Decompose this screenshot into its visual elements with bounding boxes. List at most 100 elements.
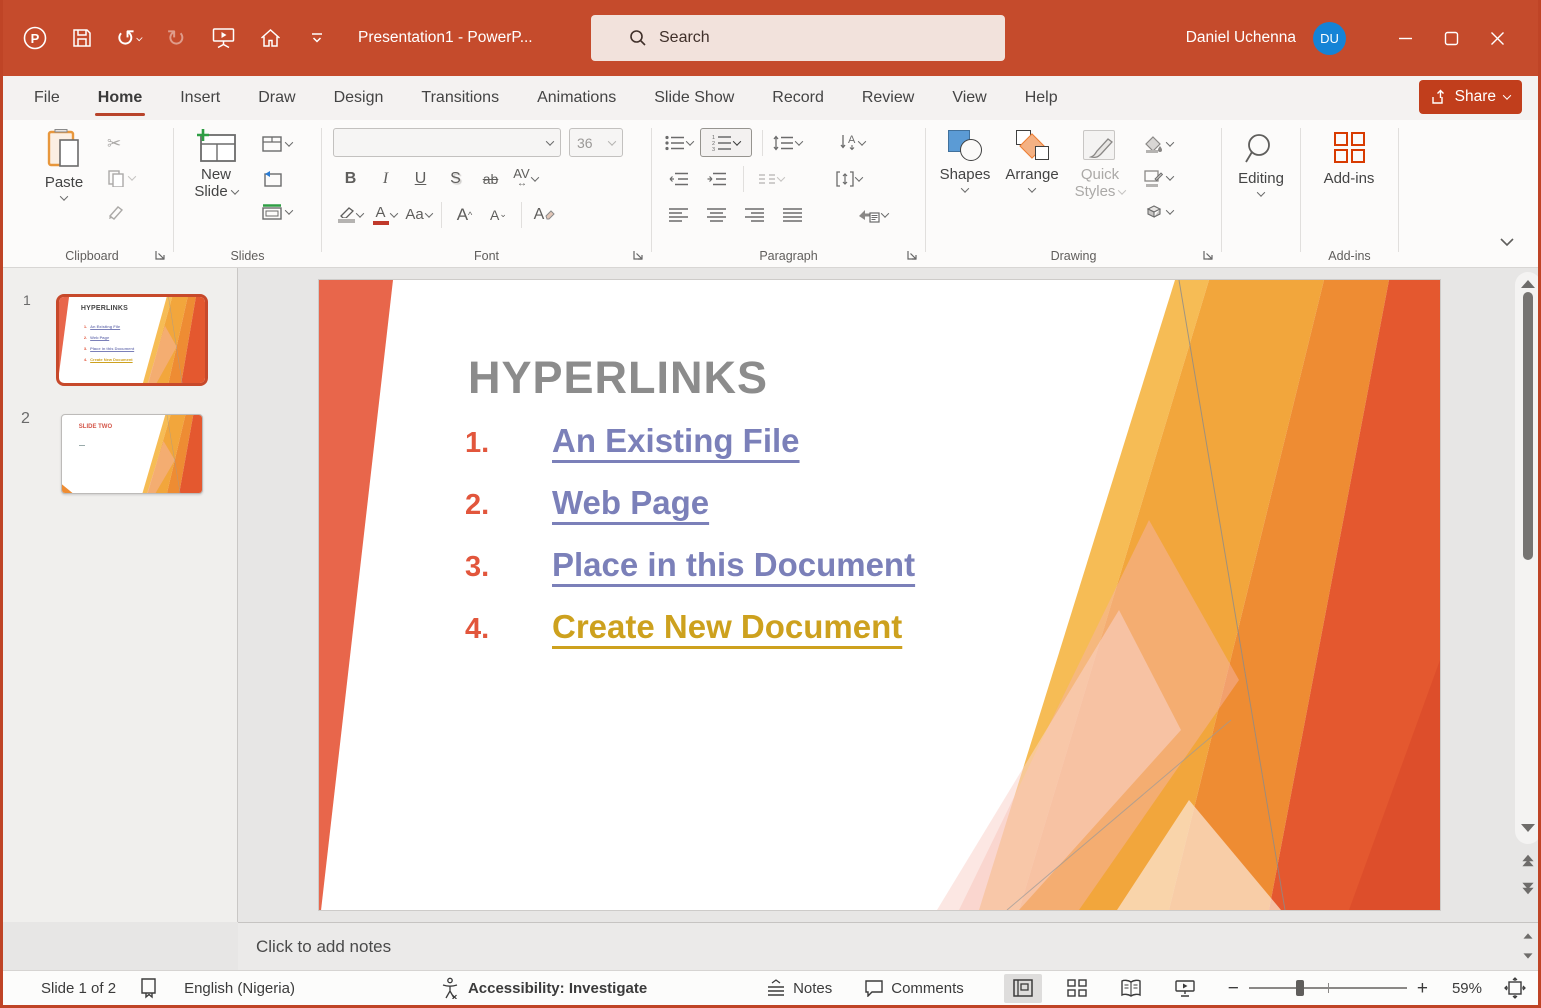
slide-layout-button[interactable]	[262, 132, 292, 156]
bold-button[interactable]: B	[336, 164, 365, 193]
italic-button[interactable]: I	[371, 164, 400, 193]
tab-view[interactable]: View	[933, 76, 1005, 120]
increase-indent-button[interactable]	[702, 164, 731, 193]
grow-font-button[interactable]: A^	[450, 200, 479, 229]
next-slide-button[interactable]	[1521, 882, 1535, 895]
normal-view-button[interactable]	[1004, 974, 1042, 1003]
slideshow-view-button[interactable]	[1166, 974, 1204, 1003]
new-slide-button[interactable]: New Slide	[184, 128, 248, 200]
scroll-down-arrow-icon[interactable]	[1521, 824, 1535, 832]
undo-icon[interactable]: ↺	[116, 25, 142, 51]
fit-slide-to-window-button[interactable]	[1504, 977, 1526, 999]
section-button[interactable]	[262, 200, 292, 224]
format-painter-button[interactable]	[107, 200, 135, 224]
strikethrough-button[interactable]: ab	[476, 164, 505, 193]
slide-sorter-view-button[interactable]	[1058, 974, 1096, 1003]
tab-record[interactable]: Record	[753, 76, 843, 120]
paragraph-dialog-launcher-icon[interactable]	[906, 249, 918, 261]
font-dialog-launcher-icon[interactable]	[632, 249, 644, 261]
text-highlight-button[interactable]	[336, 200, 365, 229]
editing-button[interactable]: Editing	[1230, 132, 1292, 197]
notes-placeholder[interactable]: Click to add notes	[256, 937, 391, 957]
tab-design[interactable]: Design	[315, 76, 403, 120]
list-item-1[interactable]: 1. An Existing File	[465, 422, 800, 472]
hyperlink-place-in-document[interactable]: Place in this Document	[552, 546, 915, 584]
change-case-button[interactable]: Aa	[404, 200, 433, 229]
shape-fill-button[interactable]	[1144, 132, 1173, 156]
hyperlink-web-page[interactable]: Web Page	[552, 484, 709, 522]
decrease-indent-button[interactable]	[664, 164, 693, 193]
share-button[interactable]: Share	[1419, 80, 1522, 114]
quick-styles-button[interactable]: Quick Styles	[1068, 130, 1132, 200]
numbering-button-selected[interactable]: 123	[700, 128, 752, 157]
convert-to-smartart-button[interactable]	[858, 200, 888, 229]
notes-toggle-button[interactable]: Notes	[766, 979, 832, 997]
align-right-button[interactable]	[740, 200, 769, 229]
align-center-button[interactable]	[702, 200, 731, 229]
align-left-button[interactable]	[664, 200, 693, 229]
font-name-combobox[interactable]	[333, 128, 561, 157]
clipboard-dialog-launcher-icon[interactable]	[154, 249, 166, 261]
close-button[interactable]	[1474, 0, 1520, 76]
copy-button[interactable]	[107, 166, 135, 190]
justify-button[interactable]	[778, 200, 807, 229]
tab-draw[interactable]: Draw	[239, 76, 314, 120]
zoom-slider[interactable]	[1249, 987, 1407, 989]
slide-thumbnail-2[interactable]: SLIDE TWO	[61, 414, 203, 494]
redo-icon[interactable]: ↻	[163, 25, 189, 51]
notes-scroll-up-icon[interactable]	[1521, 932, 1535, 940]
zoom-percentage[interactable]: 59%	[1444, 980, 1482, 997]
slideshow-from-start-icon[interactable]	[210, 25, 236, 51]
slide-title[interactable]: HYPERLINKS	[468, 352, 768, 404]
list-item-3[interactable]: 3. Place in this Document	[465, 546, 915, 596]
scroll-up-arrow-icon[interactable]	[1521, 280, 1535, 288]
list-item-2[interactable]: 2. Web Page	[465, 484, 709, 534]
columns-button[interactable]	[756, 164, 785, 193]
list-item-4[interactable]: 4. Create New Document	[465, 608, 902, 658]
search-box[interactable]	[591, 15, 1005, 61]
save-icon[interactable]	[69, 25, 95, 51]
slide-thumbnail-1[interactable]: HYPERLINKS 1.An Existing File 2.Web Page…	[56, 294, 208, 386]
shapes-button[interactable]: Shapes	[934, 130, 996, 193]
tab-home[interactable]: Home	[79, 76, 161, 120]
spell-check-icon[interactable]	[140, 977, 160, 999]
comments-button[interactable]: Comments	[864, 979, 964, 997]
search-input[interactable]	[659, 29, 959, 47]
language-indicator[interactable]: English (Nigeria)	[184, 980, 295, 997]
tab-animations[interactable]: Animations	[518, 76, 635, 120]
tab-file[interactable]: File	[15, 76, 79, 120]
zoom-slider-thumb[interactable]	[1296, 980, 1304, 996]
reading-view-button[interactable]	[1112, 974, 1150, 1003]
zoom-out-button[interactable]: −	[1228, 979, 1239, 998]
text-direction-button[interactable]: A	[837, 128, 866, 157]
tab-transitions[interactable]: Transitions	[402, 76, 518, 120]
font-size-combobox[interactable]: 36	[569, 128, 623, 157]
powerpoint-logo-icon[interactable]: P	[22, 25, 48, 51]
shape-effects-button[interactable]	[1144, 200, 1173, 224]
tab-help[interactable]: Help	[1006, 76, 1077, 120]
font-color-button[interactable]: A	[370, 200, 399, 229]
hyperlink-create-new-document[interactable]: Create New Document	[552, 608, 902, 646]
slide-canvas[interactable]: HYPERLINKS 1. An Existing File 2. Web Pa…	[319, 280, 1440, 910]
zoom-in-button[interactable]: +	[1417, 979, 1428, 998]
maximize-button[interactable]	[1428, 0, 1474, 76]
scrollbar-thumb[interactable]	[1523, 292, 1533, 560]
shape-outline-button[interactable]	[1144, 166, 1173, 190]
line-spacing-button[interactable]	[773, 128, 802, 157]
collapse-ribbon-chevron-icon[interactable]	[1499, 236, 1515, 248]
tab-slide-show[interactable]: Slide Show	[635, 76, 753, 120]
tab-review[interactable]: Review	[843, 76, 933, 120]
user-name[interactable]: Daniel Uchenna	[1186, 29, 1296, 47]
arrange-button[interactable]: Arrange	[1000, 130, 1064, 193]
underline-button[interactable]: U	[406, 164, 435, 193]
drawing-dialog-launcher-icon[interactable]	[1202, 249, 1214, 261]
customize-qat-chevron-icon[interactable]	[304, 25, 330, 51]
notes-scroll-down-icon[interactable]	[1521, 952, 1535, 960]
avatar[interactable]: DU	[1313, 22, 1346, 55]
reset-slide-button[interactable]	[262, 166, 292, 190]
paste-button[interactable]: Paste	[35, 128, 93, 201]
notes-pane[interactable]: Click to add notes	[238, 922, 1541, 970]
shrink-font-button[interactable]: A⌄	[484, 200, 513, 229]
align-text-button[interactable]	[834, 164, 863, 193]
hyperlink-existing-file[interactable]: An Existing File	[552, 422, 800, 460]
